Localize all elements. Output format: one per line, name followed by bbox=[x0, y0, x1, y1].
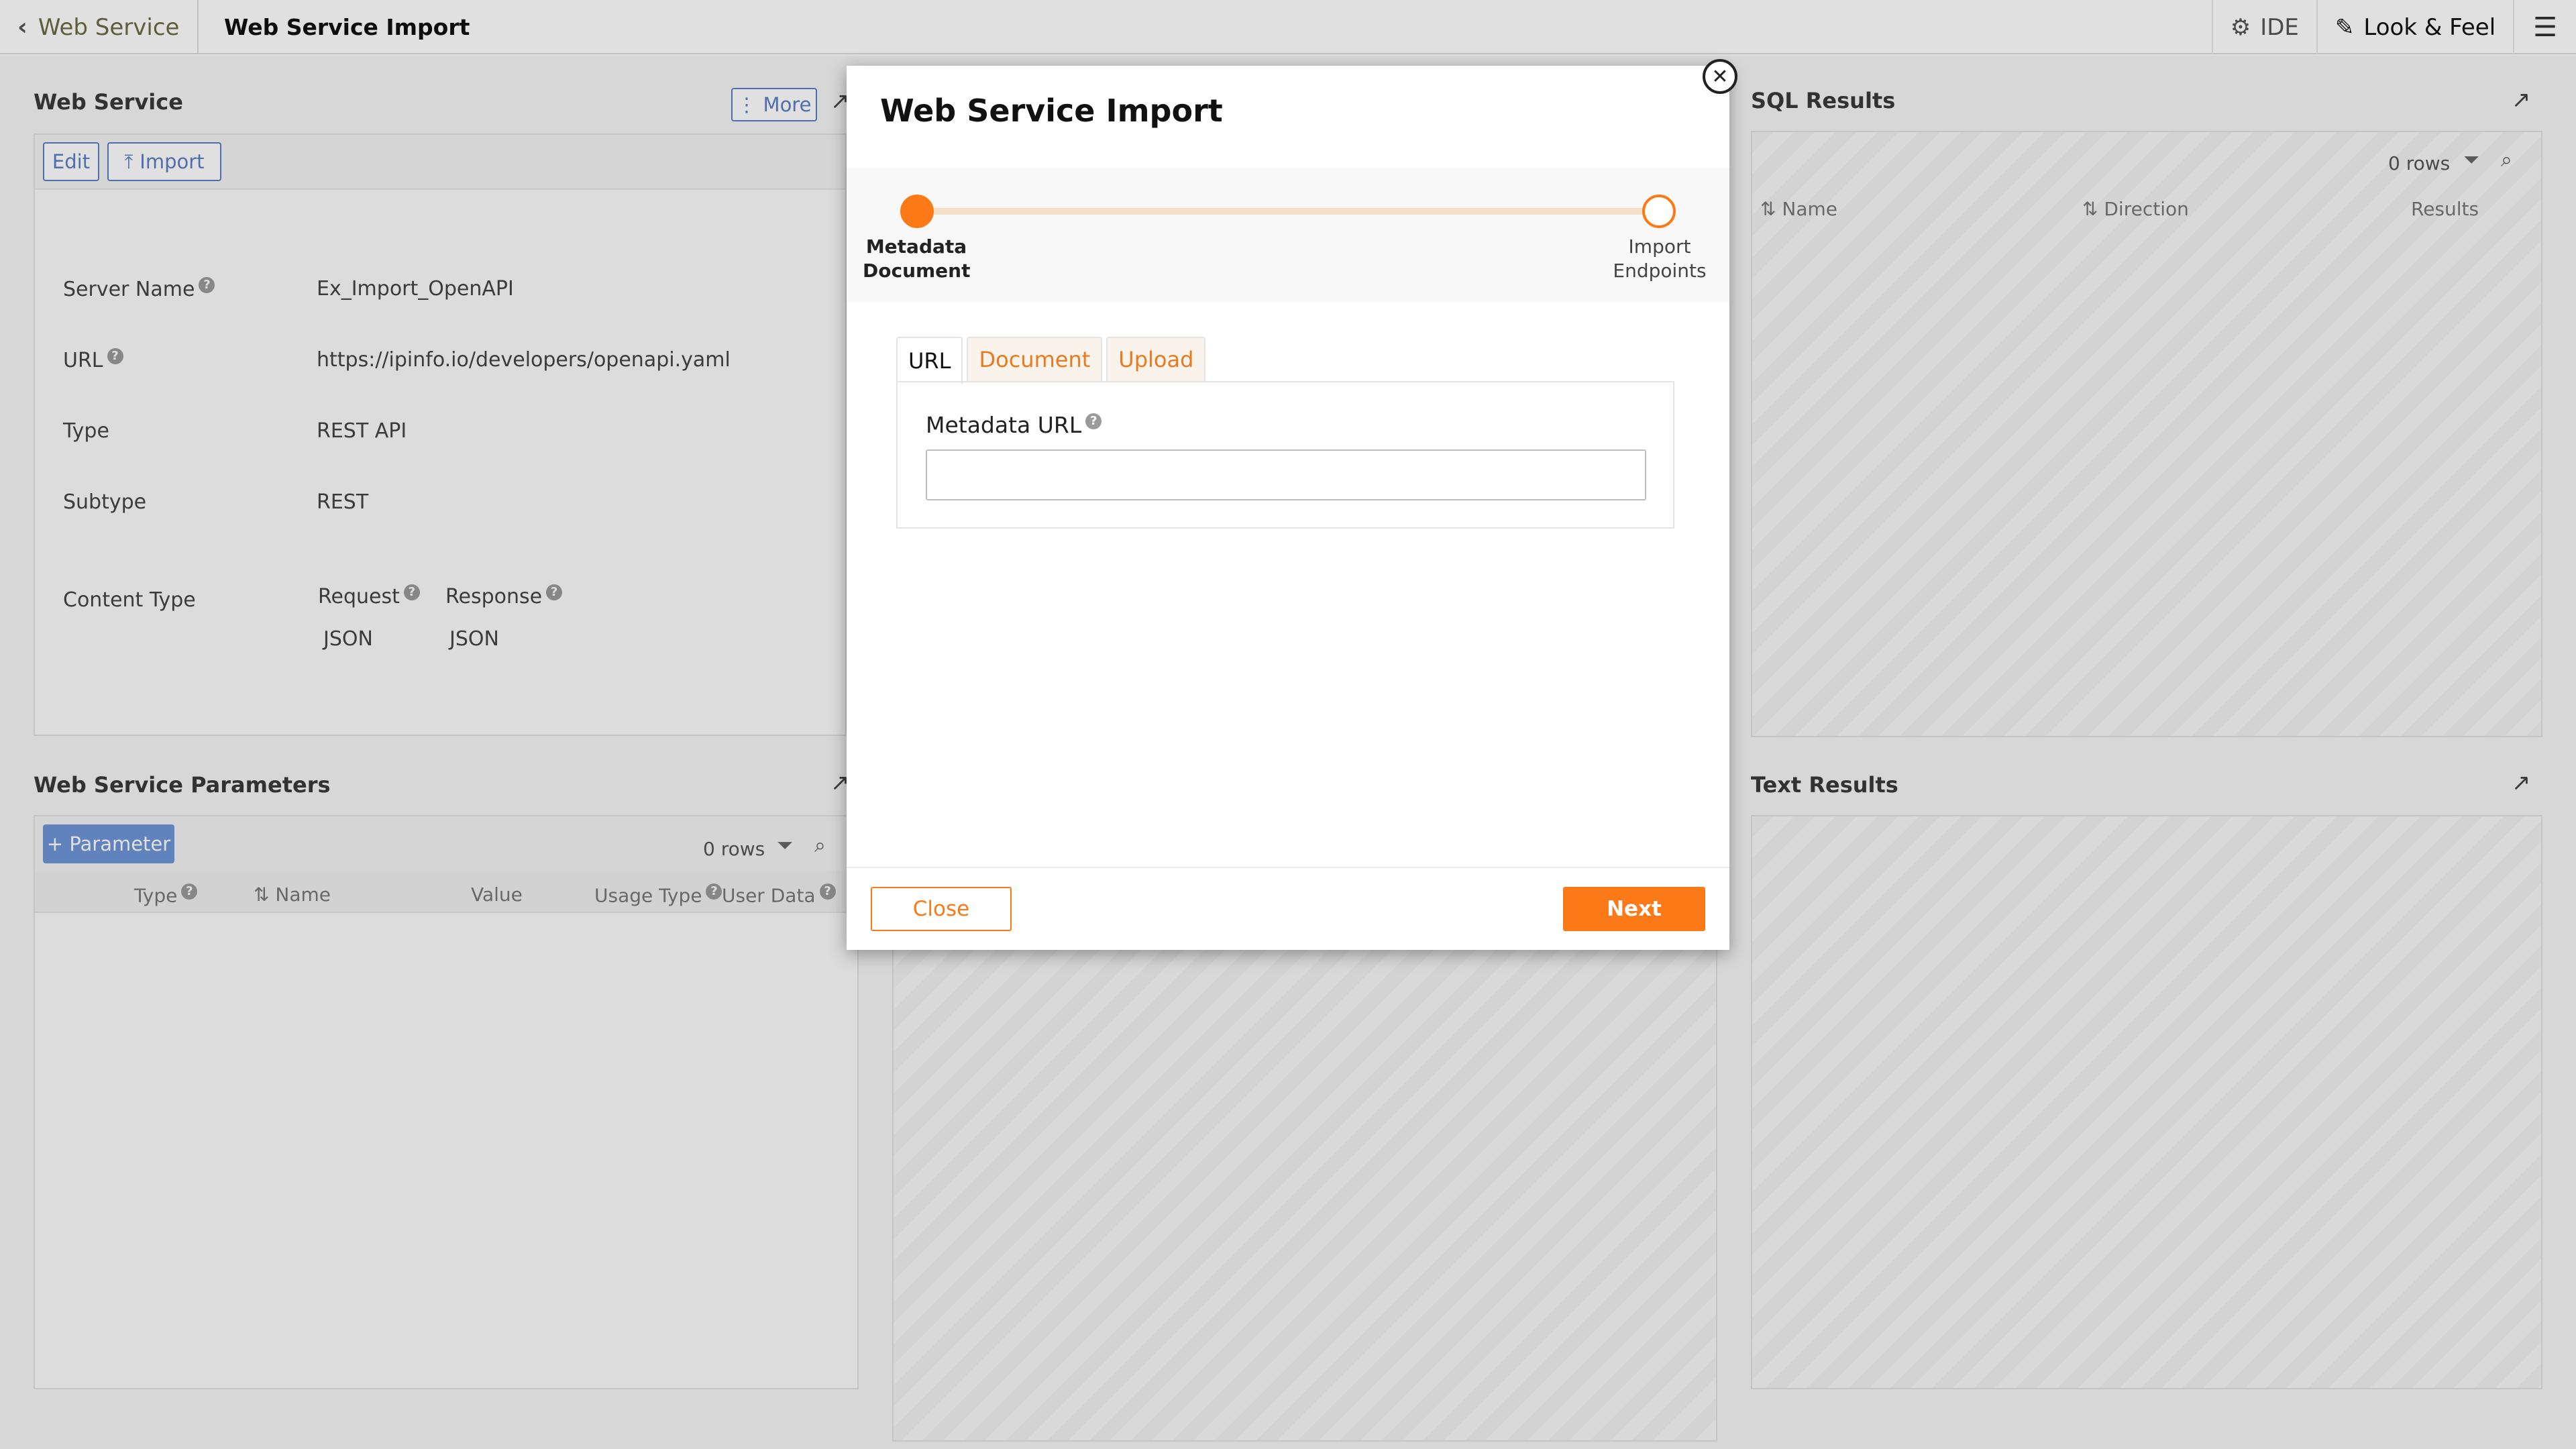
import-dialog: Web Service Import Metadata Document Impo… bbox=[847, 66, 1729, 950]
tab-upload[interactable]: Upload bbox=[1106, 337, 1206, 381]
dialog-title: Web Service Import bbox=[880, 93, 1223, 129]
close-icon[interactable]: ✕ bbox=[1703, 59, 1737, 94]
tab-url[interactable]: URL bbox=[896, 337, 963, 384]
close-button[interactable]: Close bbox=[871, 887, 1012, 931]
tab-document[interactable]: Document bbox=[967, 337, 1103, 381]
dialog-footer: Close Next bbox=[847, 867, 1729, 950]
next-button[interactable]: Next bbox=[1563, 887, 1705, 931]
step-metadata-document[interactable] bbox=[900, 195, 934, 228]
help-icon: ? bbox=[1085, 413, 1102, 429]
metadata-url-label: Metadata URL? bbox=[926, 412, 1102, 438]
wizard-steps: Metadata Document Import Endpoints bbox=[847, 168, 1729, 302]
source-tabs: URL Document Upload bbox=[896, 337, 1206, 384]
metadata-url-input[interactable] bbox=[926, 449, 1646, 500]
step-progress-line bbox=[916, 208, 1660, 215]
step-import-endpoints-label: Import Endpoints bbox=[1613, 235, 1707, 282]
url-tab-panel: Metadata URL? bbox=[896, 381, 1674, 529]
step-metadata-document-label: Metadata Document bbox=[863, 235, 971, 282]
step-import-endpoints[interactable] bbox=[1642, 195, 1676, 228]
